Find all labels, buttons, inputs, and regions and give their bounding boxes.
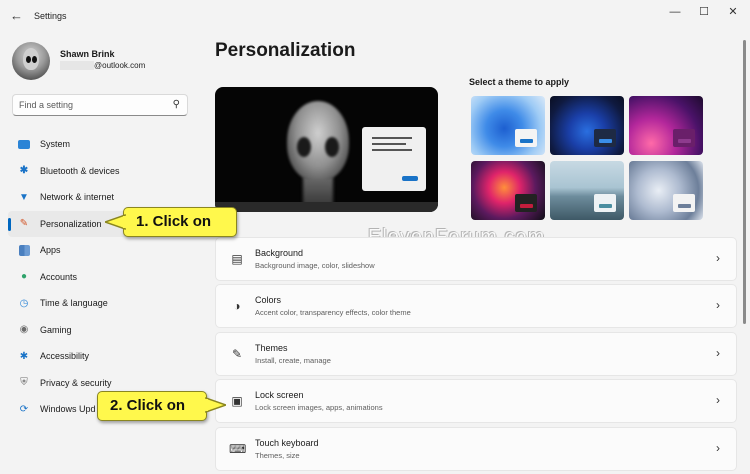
accounts-icon: ●: [20, 271, 28, 283]
callout-text: 2. Click on: [110, 397, 186, 414]
sidebar-item-label: Accounts: [40, 271, 78, 282]
lock-screen-icon: ▣: [231, 394, 243, 408]
sidebar-item-apps[interactable]: Apps: [8, 237, 208, 264]
image-icon: ▤: [231, 252, 243, 266]
callout-step-1: 1. Click on: [123, 207, 237, 237]
accessibility-icon: ✱: [19, 350, 29, 362]
chevron-right-icon: ›: [716, 298, 720, 312]
sidebar-item-label: Privacy & security: [40, 377, 112, 388]
preview-window: [362, 127, 426, 191]
privacy-icon: ⛨: [20, 377, 28, 389]
windows-update-icon: ⟳: [19, 403, 29, 415]
card-themes[interactable]: ✎ Themes Install, create, manage ›: [215, 332, 737, 376]
callout-text: 1. Click on: [136, 213, 212, 230]
sidebar-item-system[interactable]: System: [8, 131, 208, 158]
minimize-button[interactable]: —: [664, 5, 686, 19]
card-title: Lock screen: [255, 390, 304, 400]
chevron-right-icon: ›: [716, 441, 720, 455]
time-language-icon: ◷: [19, 297, 29, 309]
sidebar-item-label: System: [40, 139, 71, 150]
back-arrow-icon[interactable]: ←: [10, 9, 24, 23]
sidebar-nav: System ✱ Bluetooth & devices ▼ Network &…: [8, 131, 208, 423]
network-icon: ▼: [19, 191, 29, 203]
callout-step-2: 2. Click on: [97, 391, 207, 421]
theme-tile[interactable]: [550, 96, 624, 155]
sidebar-item-bluetooth[interactable]: ✱ Bluetooth & devices: [8, 158, 208, 185]
keyboard-icon: ⌨: [229, 442, 247, 456]
brush-icon: ✎: [231, 347, 243, 361]
chevron-right-icon: ›: [716, 251, 720, 265]
sidebar-item-label: Accessibility: [40, 351, 90, 362]
sidebar-item-time-language[interactable]: ◷ Time & language: [8, 290, 208, 317]
themes-label: Select a theme to apply: [469, 77, 570, 87]
sidebar-item-label: Bluetooth & devices: [40, 165, 120, 176]
sidebar-item-accounts[interactable]: ● Accounts: [8, 264, 208, 291]
sidebar-item-label: Network & internet: [40, 192, 115, 203]
card-colors[interactable]: ◑ Colors Accent color, transparency effe…: [215, 284, 737, 328]
card-title: Background: [255, 248, 304, 258]
sidebar-item-label: Gaming: [40, 324, 72, 335]
email-redaction: [60, 61, 94, 70]
theme-tile[interactable]: [550, 161, 624, 220]
card-subtitle: Lock screen images, apps, animations: [255, 403, 383, 412]
theme-tile[interactable]: [629, 161, 703, 220]
avatar[interactable]: [12, 42, 50, 80]
card-title: Themes: [255, 343, 288, 353]
maximize-button[interactable]: ☐: [693, 5, 715, 19]
scrollbar[interactable]: [743, 40, 746, 324]
gaming-icon: ◉: [19, 324, 29, 336]
card-lock-screen[interactable]: ▣ Lock screen Lock screen images, apps, …: [215, 379, 737, 423]
system-icon: [18, 138, 30, 150]
card-subtitle: Themes, size: [255, 451, 300, 460]
sidebar-item-label: Personalization: [40, 218, 102, 229]
chevron-right-icon: ›: [716, 346, 720, 360]
search-icon[interactable]: ⚲: [173, 99, 180, 110]
theme-tile[interactable]: [471, 96, 545, 155]
sidebar-item-label: Time & language: [40, 298, 108, 309]
personalization-icon: ✎: [19, 218, 29, 230]
search-placeholder: Find a setting: [19, 100, 74, 110]
card-touch-keyboard[interactable]: ⌨ Touch keyboard Themes, size ›: [215, 427, 737, 471]
page-title: Personalization: [215, 40, 356, 61]
sidebar-item-label: Windows Upd: [40, 404, 96, 415]
user-name: Shawn Brink: [60, 49, 115, 59]
close-button[interactable]: ✕: [722, 5, 744, 19]
user-email: @outlook.com: [94, 61, 146, 70]
sidebar-item-label: Apps: [40, 245, 61, 256]
card-subtitle: Accent color, transparency effects, colo…: [255, 308, 411, 317]
palette-icon: ◑: [233, 299, 241, 313]
card-subtitle: Install, create, manage: [255, 356, 331, 365]
callout-pointer: [204, 396, 226, 414]
sidebar-item-accessibility[interactable]: ✱ Accessibility: [8, 343, 208, 370]
card-title: Touch keyboard: [255, 438, 319, 448]
title-bar: ← Settings — ☐ ✕: [0, 0, 750, 34]
theme-tile[interactable]: [471, 161, 545, 220]
theme-preview: [215, 87, 438, 212]
search-input[interactable]: Find a setting ⚲: [12, 94, 188, 116]
sidebar-item-gaming[interactable]: ◉ Gaming: [8, 317, 208, 344]
bluetooth-icon: ✱: [19, 165, 29, 177]
apps-icon: [18, 244, 30, 256]
chevron-right-icon: ›: [716, 393, 720, 407]
callout-pointer: [105, 213, 127, 231]
app-title: Settings: [34, 11, 67, 21]
card-title: Colors: [255, 295, 282, 305]
card-background[interactable]: ▤ Background Background image, color, sl…: [215, 237, 737, 281]
theme-tile[interactable]: [629, 96, 703, 155]
card-subtitle: Background image, color, slideshow: [255, 261, 375, 270]
